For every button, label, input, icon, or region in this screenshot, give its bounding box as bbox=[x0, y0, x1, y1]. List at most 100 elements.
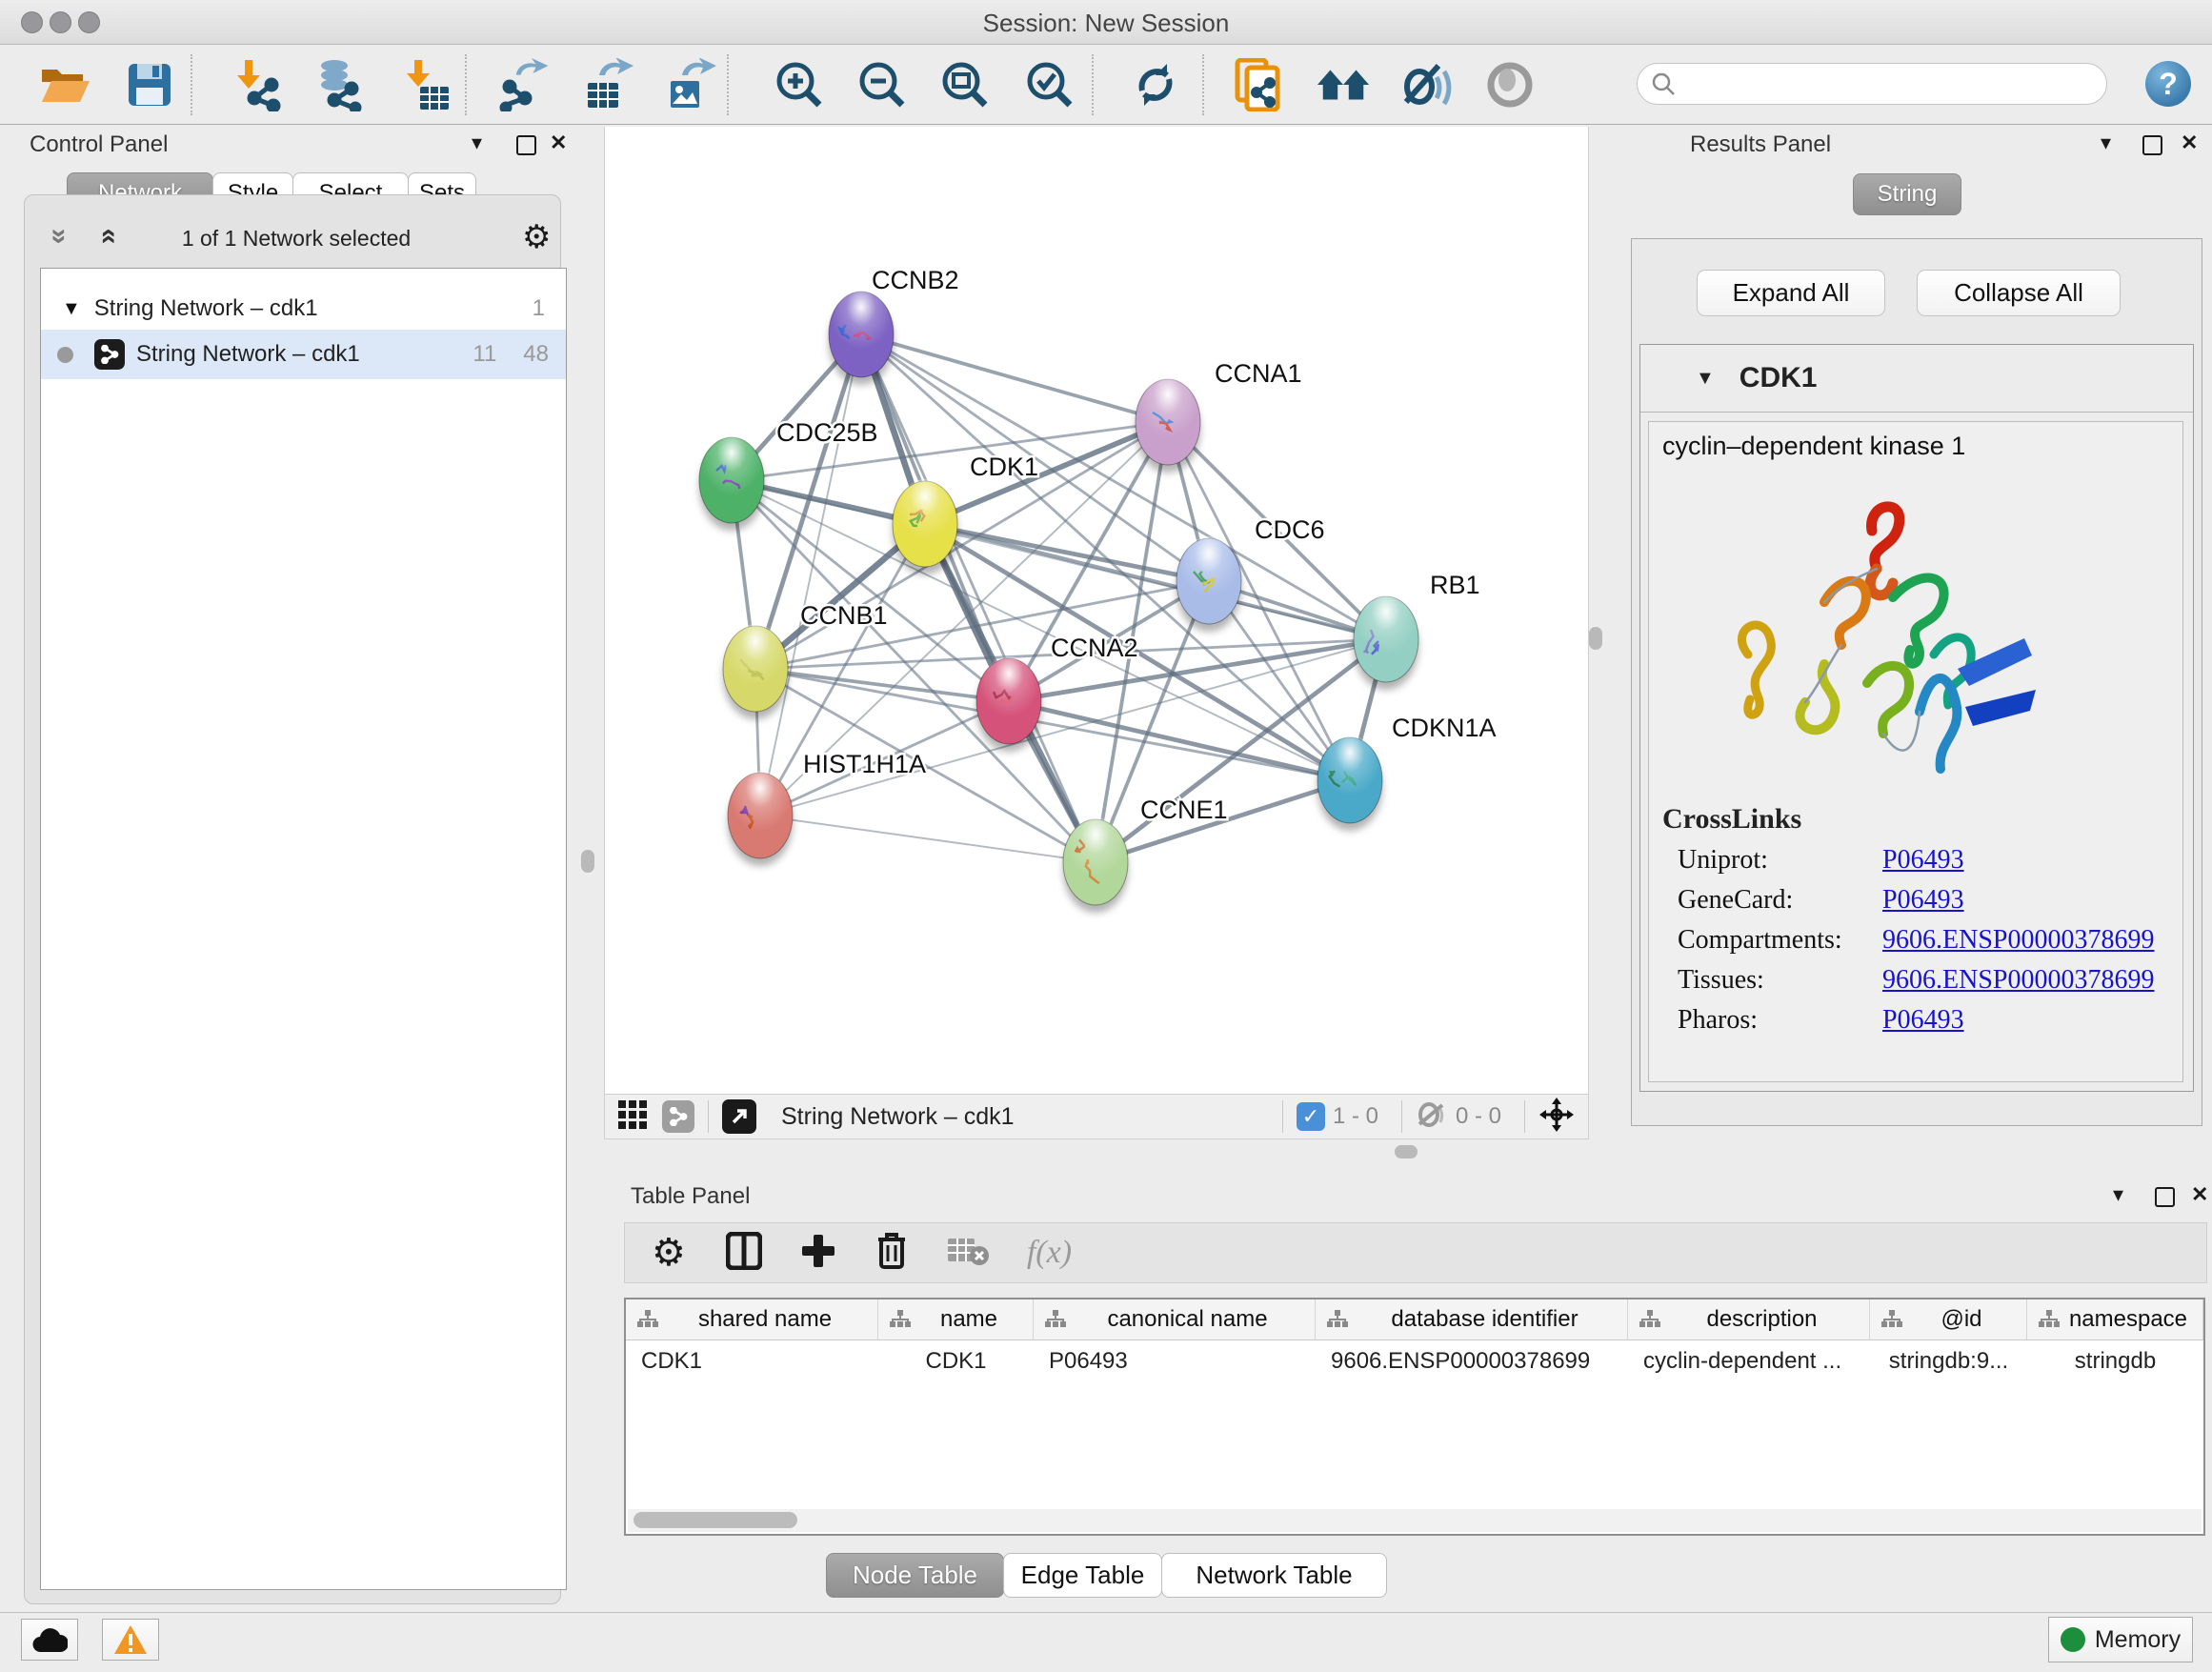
hidden-eye-icon[interactable] bbox=[1416, 1101, 1448, 1133]
panel-menu-icon[interactable]: ▾ bbox=[472, 132, 482, 153]
table-hscrollbar[interactable] bbox=[628, 1509, 2202, 1532]
import-network-from-document-icon[interactable] bbox=[1231, 57, 1286, 112]
tab-edge-table[interactable]: Edge Table bbox=[1003, 1553, 1162, 1598]
export-network-icon[interactable] bbox=[495, 57, 551, 112]
expand-all-button[interactable]: Expand All bbox=[1697, 270, 1885, 316]
network-node-CCNB1[interactable] bbox=[723, 624, 788, 719]
table-cell[interactable]: CDK1 bbox=[626, 1340, 878, 1382]
panel-menu-icon[interactable]: ▾ bbox=[2113, 1184, 2123, 1205]
bottom-splitter-handle[interactable] bbox=[1395, 1145, 1418, 1158]
crosslink-value-link[interactable]: P06493 bbox=[1882, 1005, 1964, 1036]
table-hscrollbar-thumb[interactable] bbox=[633, 1512, 797, 1528]
network-node-HIST1H1A[interactable] bbox=[728, 771, 793, 866]
enhance-graphics-icon[interactable] bbox=[1399, 57, 1455, 112]
delete-table-icon[interactable] bbox=[947, 1235, 989, 1272]
panel-close-icon[interactable]: ✕ bbox=[2181, 132, 2198, 153]
memory-button[interactable]: Memory bbox=[2048, 1617, 2193, 1662]
column-header-database-identifier[interactable]: database identifier bbox=[1316, 1299, 1628, 1340]
panel-float-icon[interactable] bbox=[516, 135, 536, 155]
panel-float-icon[interactable] bbox=[2155, 1187, 2175, 1207]
cloud-status-button[interactable] bbox=[21, 1619, 78, 1661]
column-header--id[interactable]: @id bbox=[1870, 1299, 2027, 1340]
panel-close-icon[interactable]: ✕ bbox=[2191, 1184, 2208, 1205]
selected-checkbox-icon[interactable]: ✓ bbox=[1297, 1102, 1325, 1131]
tree-expander-icon[interactable]: ▼ bbox=[62, 298, 81, 320]
function-builder-icon[interactable]: f(x) bbox=[1027, 1235, 1072, 1271]
zoom-out-icon[interactable] bbox=[855, 57, 910, 112]
table-cell[interactable]: CDK1 bbox=[878, 1340, 1034, 1382]
save-session-icon[interactable] bbox=[122, 57, 177, 112]
network-edge-CCNB2-CCNA1[interactable] bbox=[861, 334, 1168, 422]
show-graphics-details-icon[interactable] bbox=[1482, 57, 1538, 112]
network-node-CDKN1A[interactable] bbox=[1317, 735, 1382, 831]
add-column-icon[interactable] bbox=[800, 1233, 836, 1274]
section-expander-icon[interactable]: ▼ bbox=[1696, 368, 1715, 390]
protein-section-header[interactable]: ▼ CDK1 bbox=[1640, 345, 2193, 413]
expand-all-icon[interactable]: » bbox=[90, 229, 123, 245]
network-options-gear-icon[interactable]: ⚙ bbox=[522, 218, 551, 256]
panel-menu-icon[interactable]: ▾ bbox=[2101, 132, 2111, 153]
panel-close-icon[interactable]: ✕ bbox=[550, 132, 567, 153]
network-canvas[interactable]: CCNB2CCNA1CDC25BCDK1CDC6RB1CCNB1CCNA2CDK… bbox=[604, 127, 1589, 1094]
table-cell[interactable]: stringdb:9... bbox=[1870, 1340, 2027, 1382]
export-table-icon[interactable] bbox=[579, 57, 634, 112]
network-node-CCNB2[interactable] bbox=[829, 290, 894, 385]
column-header-shared-name[interactable]: shared name bbox=[626, 1299, 878, 1340]
panel-float-icon[interactable] bbox=[2142, 135, 2162, 155]
import-network-from-file-icon[interactable] bbox=[229, 57, 284, 112]
delete-column-trash-icon[interactable] bbox=[875, 1231, 909, 1276]
warning-status-button[interactable] bbox=[102, 1619, 159, 1661]
table-cell[interactable]: stringdb bbox=[2027, 1340, 2203, 1382]
table-cell[interactable]: P06493 bbox=[1034, 1340, 1316, 1382]
network-graph[interactable]: CCNB2CCNA1CDC25BCDK1CDC6RB1CCNB1CCNA2CDK… bbox=[605, 127, 1588, 1094]
column-header-canonical-name[interactable]: canonical name bbox=[1034, 1299, 1316, 1340]
network-node-RB1[interactable] bbox=[1354, 594, 1418, 690]
network-node-CDK1[interactable] bbox=[893, 479, 957, 574]
network-edge-CCNB1-CCNA2[interactable] bbox=[755, 669, 1009, 701]
tab-node-table[interactable]: Node Table bbox=[826, 1553, 1004, 1598]
network-collection-row[interactable]: ▼ String Network – cdk1 1 bbox=[41, 288, 566, 330]
column-header-name[interactable]: name bbox=[878, 1299, 1034, 1340]
network-badge-icon[interactable] bbox=[662, 1100, 694, 1133]
collapse-all-button[interactable]: Collapse All bbox=[1917, 270, 2121, 316]
network-node-CCNE1[interactable] bbox=[1063, 817, 1128, 913]
network-node-CCNA1[interactable] bbox=[1136, 377, 1200, 473]
crosslink-value-link[interactable]: 9606.ENSP00000378699 bbox=[1882, 925, 2154, 956]
import-network-from-database-icon[interactable] bbox=[311, 57, 366, 112]
network-edge-HIST1H1A-CCNE1[interactable] bbox=[760, 816, 1096, 862]
right-splitter-handle[interactable] bbox=[1589, 627, 1602, 650]
show-grid-icon[interactable] bbox=[618, 1100, 647, 1134]
table-options-gear-icon[interactable]: ⚙ bbox=[652, 1231, 686, 1275]
zoom-fit-icon[interactable] bbox=[937, 57, 993, 112]
network-edge-CCNB2-HIST1H1A[interactable] bbox=[760, 334, 861, 816]
network-node-CDC25B[interactable] bbox=[699, 435, 764, 531]
tab-string[interactable]: String bbox=[1853, 173, 1961, 215]
toolbar-search[interactable] bbox=[1637, 63, 2107, 105]
column-header-description[interactable]: description bbox=[1628, 1299, 1870, 1340]
table-row[interactable]: CDK1CDK1P064939606.ENSP00000378699cyclin… bbox=[626, 1340, 2203, 1382]
crosslink-value-link[interactable]: P06493 bbox=[1882, 845, 1964, 876]
network-edge-CCNA2-CDKN1A[interactable] bbox=[1009, 701, 1350, 780]
help-icon[interactable]: ? bbox=[2145, 61, 2191, 107]
column-header-namespace[interactable]: namespace bbox=[2027, 1299, 2203, 1340]
left-splitter-handle[interactable] bbox=[581, 850, 594, 873]
network-edge-CCNB2-CCNE1[interactable] bbox=[861, 334, 1096, 862]
export-image-icon[interactable] bbox=[662, 57, 717, 112]
tab-network-table[interactable]: Network Table bbox=[1161, 1553, 1387, 1598]
birdseye-view-icon[interactable] bbox=[722, 1099, 756, 1134]
network-node-CDC6[interactable] bbox=[1176, 536, 1241, 632]
string-home-icon[interactable] bbox=[1316, 57, 1371, 112]
apply-layout-icon[interactable] bbox=[1128, 57, 1183, 112]
zoom-in-icon[interactable] bbox=[772, 57, 827, 112]
collapse-all-icon[interactable]: » bbox=[43, 229, 75, 245]
network-node-CCNA2[interactable] bbox=[976, 656, 1041, 752]
search-input[interactable] bbox=[1676, 71, 2080, 97]
pan-crosshair-icon[interactable] bbox=[1538, 1097, 1575, 1138]
crosslink-value-link[interactable]: 9606.ENSP00000378699 bbox=[1882, 965, 2154, 996]
table-cell[interactable]: cyclin-dependent ... bbox=[1628, 1340, 1870, 1382]
show-columns-icon[interactable] bbox=[726, 1232, 762, 1275]
open-session-icon[interactable] bbox=[38, 57, 93, 112]
zoom-selected-icon[interactable] bbox=[1022, 57, 1077, 112]
table-cell[interactable]: 9606.ENSP00000378699 bbox=[1316, 1340, 1628, 1382]
network-row[interactable]: String Network – cdk1 11 48 bbox=[41, 330, 566, 379]
